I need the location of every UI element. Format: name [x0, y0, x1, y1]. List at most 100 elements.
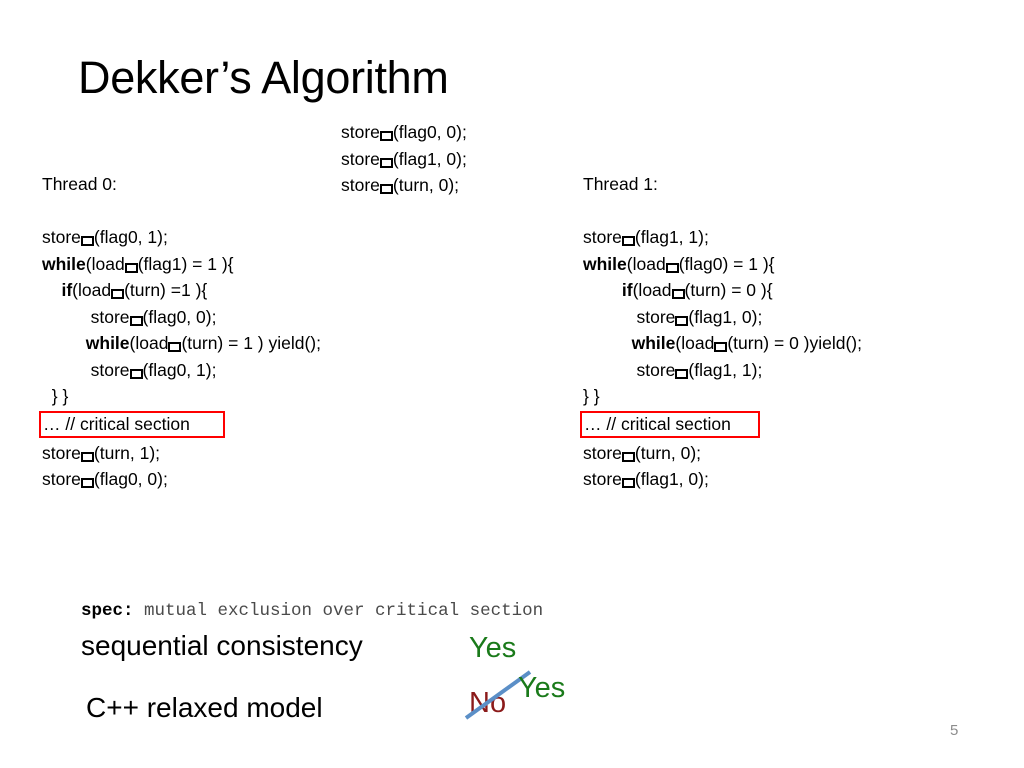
verdict-cxx-relaxed-struck: No — [469, 687, 507, 719]
code-text: (flag1, 0); — [688, 306, 763, 327]
code-text: (flag1, 1); — [688, 359, 763, 380]
code-line: store (flag1, 0); — [583, 304, 862, 331]
memory-order-box-glyph — [379, 157, 393, 168]
memory-order-box-glyph — [80, 451, 94, 462]
memory-order-box-glyph — [129, 315, 143, 326]
code-text: store — [90, 359, 130, 380]
code-text: (load — [72, 280, 112, 300]
code-line: while(load (flag1) = 1 ){ — [42, 251, 321, 278]
code-text: store — [42, 227, 81, 247]
spec-description: mutual exclusion over critical section — [133, 601, 544, 621]
code-text: (load — [675, 333, 715, 353]
code-line: } } — [42, 383, 321, 410]
code-text: store — [341, 175, 380, 195]
code-line: store (flag1, 1); — [583, 357, 862, 384]
code-keyword: while — [583, 253, 627, 274]
thread-0-label: Thread 0: — [42, 174, 117, 194]
code-line: store (flag0, 1); — [42, 224, 321, 251]
code-text: (load — [632, 280, 672, 300]
code-keyword: while — [42, 253, 86, 274]
code-line: if(load (turn) =1 ){ — [42, 277, 321, 304]
code-text: (flag0, 0); — [392, 122, 467, 142]
spec-keyword: spec: — [81, 601, 134, 621]
code-line: store (flag0, 0); — [341, 119, 467, 146]
code-text: (flag1, 1); — [634, 227, 709, 247]
code-text: } } — [583, 386, 600, 406]
memory-order-box-glyph — [379, 184, 393, 194]
code-text: store — [636, 306, 676, 327]
thread-1-code-block: store (flag1, 1); while(load (flag0) = 1 ){… — [580, 224, 862, 493]
code-text: store — [583, 469, 622, 489]
code-text: (turn) = 0 )yield(); — [727, 333, 862, 353]
critical-section-line: … // critical section — [580, 410, 862, 440]
code-line: store (turn, 0); — [341, 172, 467, 199]
code-text: (flag1, 0); — [392, 148, 467, 169]
memory-order-box-glyph — [675, 368, 689, 379]
code-keyword: if — [621, 280, 633, 300]
code-text: (load — [129, 333, 169, 353]
code-line: if(load (turn) = 0 ){ — [583, 277, 862, 304]
code-text: (turn, 1); — [93, 442, 161, 463]
code-text: (turn, 0); — [634, 442, 702, 463]
code-text: store — [42, 469, 81, 489]
memory-order-box-glyph — [621, 236, 635, 246]
code-line: store (flag0, 0); — [42, 466, 321, 493]
memory-order-box-glyph — [168, 342, 182, 352]
code-text: (flag0, 1); — [93, 227, 168, 247]
code-text: (turn) = 0 ){ — [684, 280, 773, 300]
memory-order-box-glyph — [80, 478, 94, 488]
code-line: store (flag1, 0); — [341, 146, 467, 173]
critical-section-highlight: … // critical section — [580, 411, 760, 438]
code-text: (turn) = 1 ) yield(); — [181, 333, 322, 353]
memory-order-box-glyph — [124, 262, 138, 273]
memory-order-box-glyph — [111, 289, 125, 299]
code-text: (load — [626, 253, 666, 274]
code-line: store (turn, 0); — [583, 440, 862, 467]
code-text: (flag0, 0); — [93, 469, 168, 489]
thread-0-code-block: store (flag0, 1); while(load (flag1) = 1 ){… — [39, 224, 321, 493]
code-text: store — [42, 442, 81, 463]
code-text: store — [583, 227, 622, 247]
code-line: store (turn, 1); — [42, 440, 321, 467]
code-text: store — [636, 359, 676, 380]
code-text: store — [90, 306, 130, 327]
code-text: } } — [51, 386, 69, 406]
code-keyword: while — [631, 333, 676, 353]
code-text: (load — [85, 253, 125, 274]
memory-order-box-glyph — [621, 478, 635, 488]
memory-order-box-glyph — [671, 289, 685, 299]
code-line: store (flag1, 1); — [583, 224, 862, 251]
memory-order-box-glyph — [379, 131, 393, 141]
model-sequential-consistency-label: sequential consistency — [81, 630, 363, 661]
code-line: store (flag0, 1); — [42, 357, 321, 384]
code-line: while(load (flag0) = 1 ){ — [583, 251, 862, 278]
code-text: store — [341, 122, 380, 142]
code-text: (flag0) = 1 ){ — [678, 253, 775, 274]
model-cxx-relaxed-label: C++ relaxed model — [86, 692, 323, 723]
code-text: store — [583, 442, 622, 463]
code-text: (turn, 0); — [392, 175, 460, 195]
initialization-code-block: store (flag0, 0); store (flag1, 0); store (tu… — [341, 119, 467, 199]
critical-section-line: … // critical section — [39, 410, 321, 440]
verdict-sequential-consistency: Yes — [469, 632, 517, 664]
code-line: store (flag0, 0); — [42, 304, 321, 331]
code-text: (turn) =1 ){ — [124, 280, 208, 300]
code-keyword: while — [85, 333, 130, 353]
code-line: } } — [583, 383, 862, 410]
spec-line: spec: mutual exclusion over critical sec… — [81, 600, 543, 622]
page-number: 5 — [950, 722, 959, 739]
memory-order-box-glyph — [80, 236, 94, 246]
memory-order-box-glyph — [129, 368, 143, 379]
code-keyword: if — [61, 280, 73, 300]
code-text: (flag0, 1); — [142, 359, 217, 380]
page-title: Dekker’s Algorithm — [78, 52, 449, 103]
code-line: while(load (turn) = 1 ) yield(); — [42, 330, 321, 357]
